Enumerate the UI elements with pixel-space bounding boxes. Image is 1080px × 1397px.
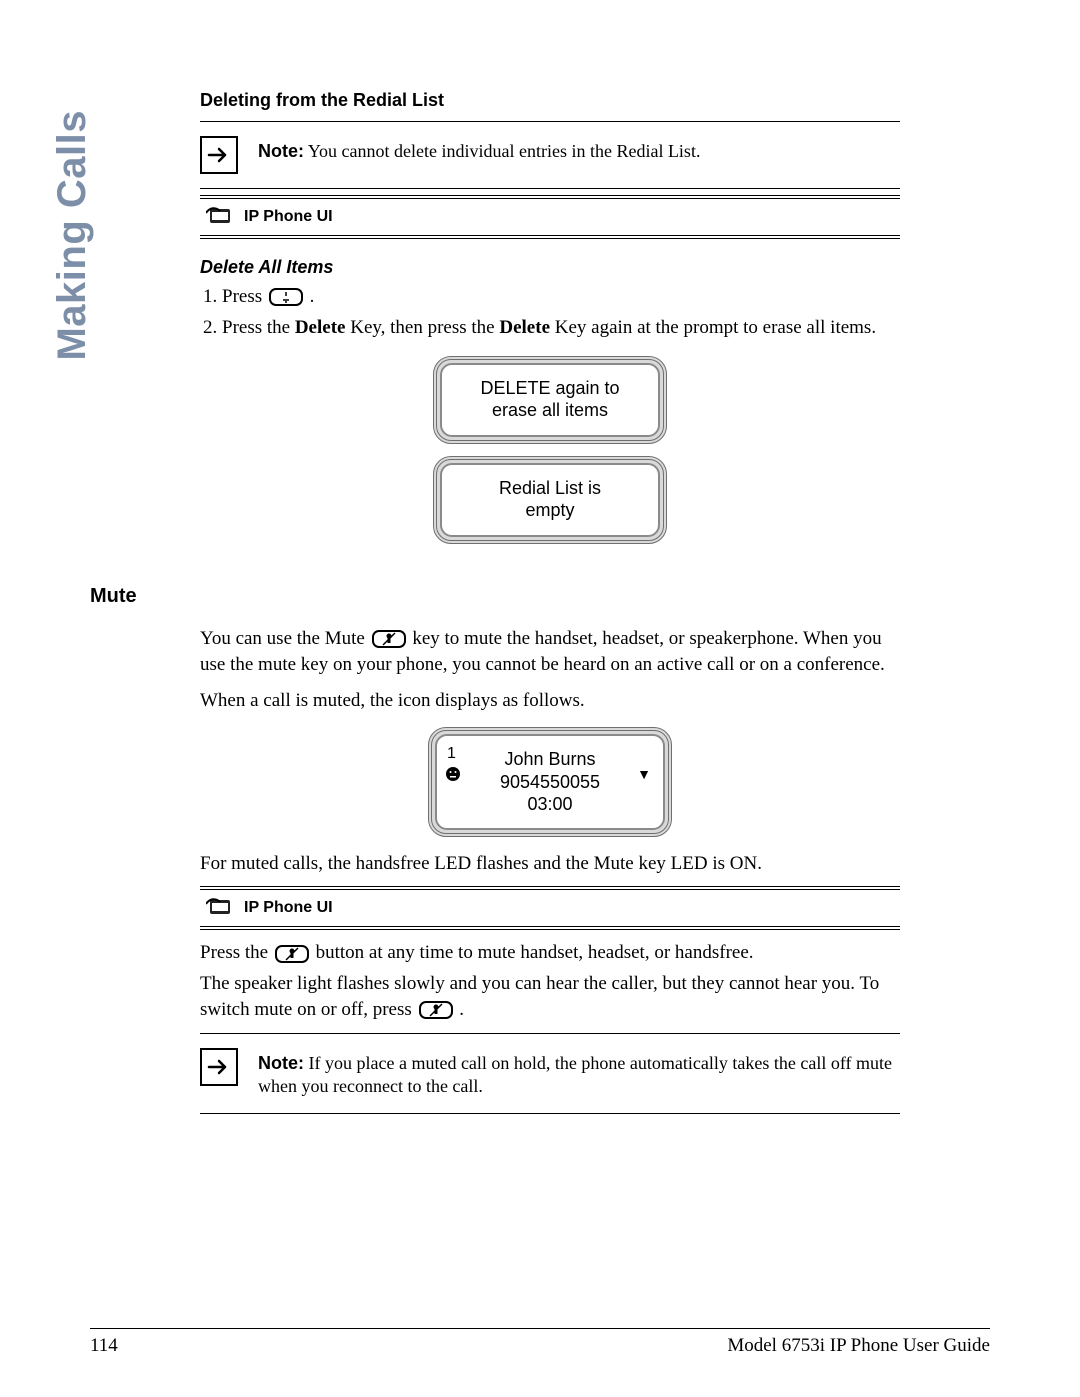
steps-list: Press . Press the Delete Key, then press…: [200, 284, 900, 342]
note-block: Note: You cannot delete individual entri…: [200, 136, 900, 174]
note-label: Note:: [258, 1053, 304, 1073]
step-1: Press .: [222, 284, 900, 311]
heading-deleting-redial: Deleting from the Redial List: [200, 90, 900, 111]
mute-paragraph-4: Press the button at any time to mute han…: [200, 940, 900, 966]
heading-mute: Mute: [90, 585, 137, 608]
lcd-delete-prompt: DELETE again to erase all items: [433, 356, 667, 444]
page-footer: 114 Model 6753i IP Phone User Guide: [90, 1335, 990, 1357]
ip-phone-ui-label: IP Phone UI: [244, 899, 333, 917]
divider: [200, 1113, 900, 1114]
ip-phone-ui-bar: IP Phone UI: [200, 203, 900, 231]
note-label: Note:: [258, 141, 304, 161]
divider: [200, 188, 900, 189]
ip-phone-ui-bar-2: IP Phone UI: [200, 894, 900, 922]
mute-paragraph-3: For muted calls, the handsfree LED flash…: [200, 851, 900, 877]
mute-paragraph-5: The speaker light flashes slowly and you…: [200, 971, 900, 1023]
heading-delete-all: Delete All Items: [200, 257, 900, 278]
lcd-empty-list: Redial List is empty: [433, 456, 667, 544]
mute-key-icon: [419, 997, 453, 1023]
mute-paragraph-2: When a call is muted, the icon displays …: [200, 688, 900, 714]
note-block-2: Note: If you place a muted call on hold,…: [200, 1048, 900, 1099]
down-arrow-icon: ▼: [637, 766, 651, 784]
arrow-right-icon: [200, 136, 238, 174]
guide-title: Model 6753i IP Phone User Guide: [727, 1335, 990, 1357]
mute-key-icon: [372, 626, 406, 652]
divider-double: [200, 235, 900, 239]
step-2: Press the Delete Key, then press the Del…: [222, 315, 900, 342]
phone-ui-icon: [206, 898, 236, 918]
page-number: 114: [90, 1335, 118, 1357]
divider: [200, 121, 900, 122]
footer-divider: [90, 1328, 990, 1329]
lcd-mute-call: 1 ▼ John Burns 9054550055 03:00: [428, 727, 672, 837]
divider-double: [200, 926, 900, 930]
section-side-tab: Making Calls: [50, 0, 95, 110]
note-text: If you place a muted call on hold, the p…: [258, 1053, 892, 1096]
mute-face-icon: [445, 766, 461, 788]
arrow-right-icon: [200, 1048, 238, 1086]
ip-phone-ui-label: IP Phone UI: [244, 208, 333, 226]
mute-key-icon: [275, 941, 309, 967]
mute-paragraph-1: You can use the Mute key to mute the han…: [200, 626, 900, 678]
phone-ui-icon: [206, 207, 236, 227]
divider-double: [200, 195, 900, 199]
divider: [200, 1033, 900, 1034]
note-text: You cannot delete individual entries in …: [308, 141, 701, 161]
divider-double: [200, 886, 900, 890]
redial-key-icon: [269, 284, 303, 311]
